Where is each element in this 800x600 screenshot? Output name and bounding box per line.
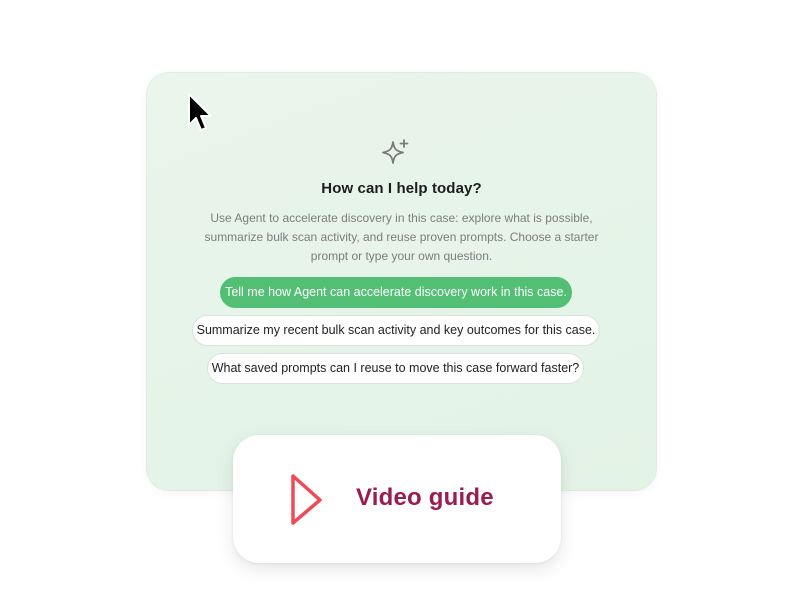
starter-prompt-summarize-bulk-scan[interactable]: Summarize my recent bulk scan activity a… [192, 315, 600, 346]
welcome-title: How can I help today? [321, 180, 482, 197]
play-icon [291, 474, 322, 525]
starter-prompt-saved-prompts[interactable]: What saved prompts can I reuse to move t… [207, 353, 584, 384]
sparkle-icon [382, 139, 409, 164]
welcome-description: Use Agent to accelerate discovery in thi… [204, 211, 599, 263]
canvas: How can I help today? Use Agent to accel… [0, 0, 800, 600]
mouse-pointer-icon [188, 93, 212, 131]
video-guide-label: Video guide [356, 484, 494, 511]
starter-prompt-accelerate-discovery[interactable]: Tell me how Agent can accelerate discove… [220, 277, 572, 308]
